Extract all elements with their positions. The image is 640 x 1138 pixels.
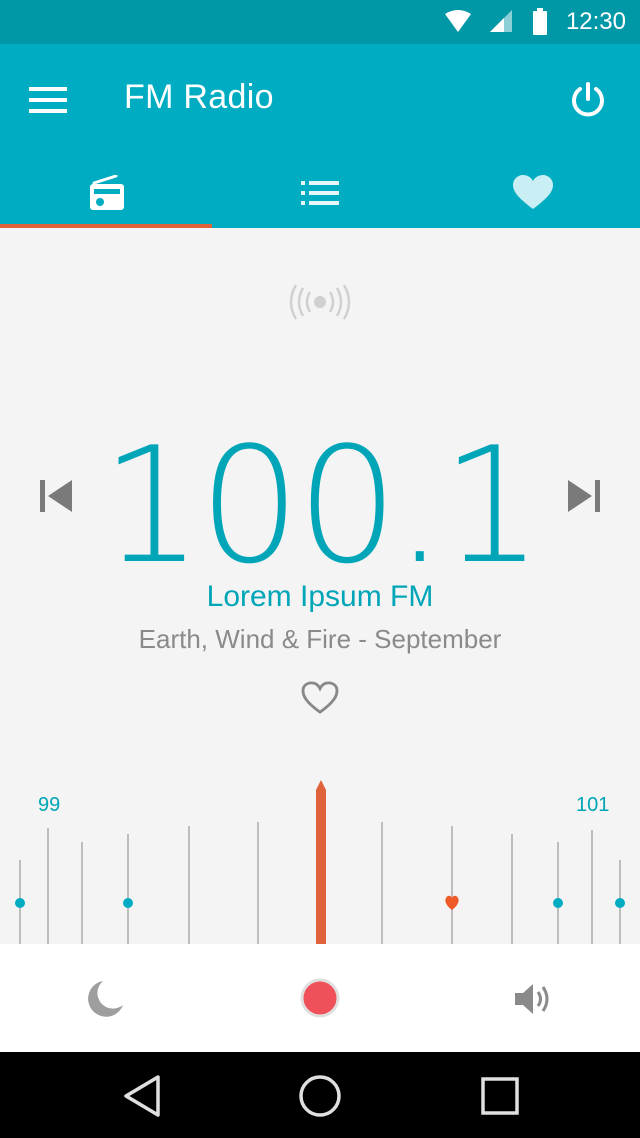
favorite-button[interactable]	[298, 678, 342, 718]
station-name: Lorem Ipsum FM	[206, 580, 434, 613]
navigation-bar	[0, 1052, 640, 1138]
recents-icon	[481, 1077, 519, 1115]
app-bar: FM Radio	[0, 44, 640, 228]
battery-icon	[533, 8, 547, 35]
status-time: 12:30	[565, 8, 626, 35]
back-icon	[124, 1075, 160, 1117]
sleep-moon-icon	[88, 981, 123, 1017]
next-button[interactable]	[556, 474, 612, 518]
bottom-controls	[0, 944, 640, 1052]
back-button[interactable]	[116, 1070, 168, 1122]
tuning-dial[interactable]	[0, 778, 640, 944]
menu-button[interactable]	[20, 72, 76, 128]
wifi-icon	[445, 10, 471, 32]
cell-signal-icon	[490, 10, 512, 32]
heart-icon	[512, 175, 553, 209]
player-panel: 100.1 Lorem Ipsum FM Earth, Wind & Fire …	[0, 228, 640, 944]
tab-radio[interactable]	[0, 158, 213, 228]
radio-icon	[89, 175, 124, 210]
favorite-outline-icon	[301, 681, 339, 714]
power-button[interactable]	[560, 72, 616, 128]
frequency-display: 100.1	[100, 412, 543, 599]
signal-icon	[289, 284, 351, 320]
record-icon	[300, 978, 340, 1018]
record-button[interactable]	[296, 974, 344, 1022]
volume-button[interactable]	[508, 974, 558, 1024]
list-icon	[300, 181, 339, 205]
app-title: FM Radio	[124, 78, 274, 116]
home-button[interactable]	[294, 1070, 346, 1122]
status-bar: 12:30	[0, 0, 640, 44]
tab-station-list[interactable]	[213, 158, 426, 228]
volume-icon	[515, 984, 549, 1014]
power-icon	[572, 82, 604, 117]
sleep-timer-button[interactable]	[80, 974, 130, 1024]
next-icon	[568, 480, 600, 512]
tab-favorites[interactable]	[426, 158, 639, 228]
recents-button[interactable]	[474, 1070, 526, 1122]
now-playing: Earth, Wind & Fire - September	[138, 624, 502, 654]
menu-icon	[29, 87, 67, 113]
home-icon	[299, 1075, 341, 1117]
